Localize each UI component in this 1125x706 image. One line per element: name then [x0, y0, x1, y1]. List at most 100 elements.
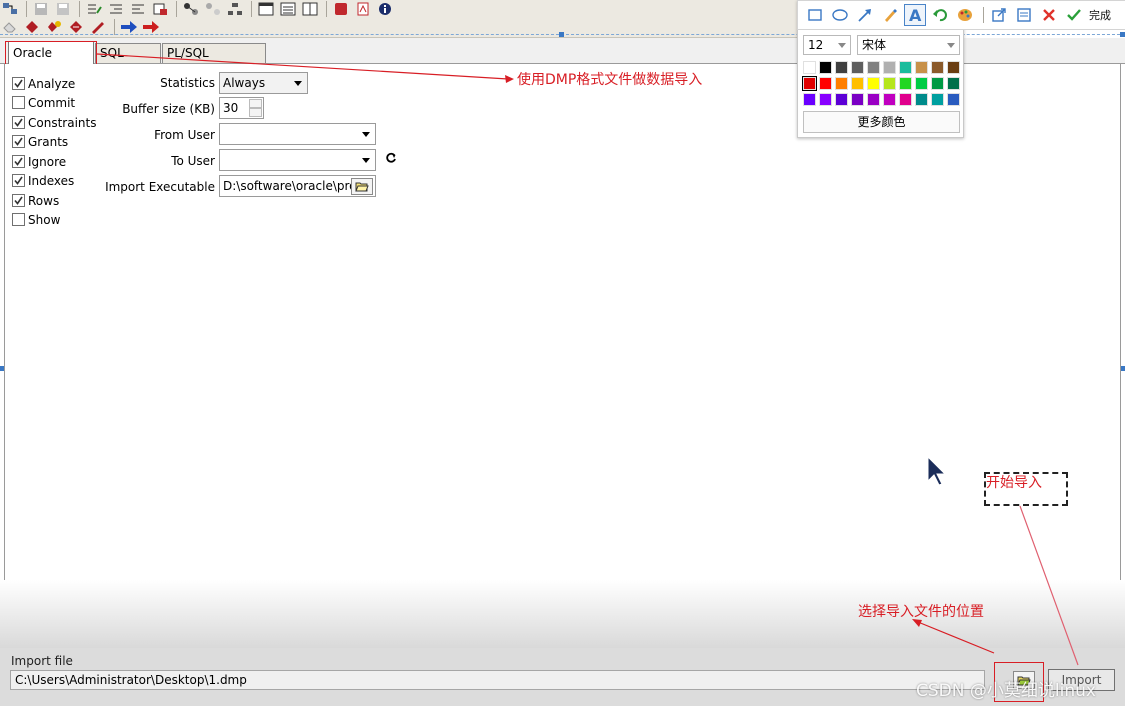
selection-handle[interactable] [559, 32, 564, 37]
color-swatch[interactable] [899, 77, 912, 90]
tree-icon[interactable] [225, 1, 245, 17]
selection-handle[interactable] [1120, 32, 1125, 37]
option-grants[interactable]: Grants [12, 134, 68, 149]
color-swatch[interactable] [867, 61, 880, 74]
from-user-label: From User [154, 128, 215, 142]
tab-plsql-developer[interactable]: PL/SQL Developer [162, 43, 266, 78]
table-arrange-icon[interactable] [0, 1, 20, 17]
tab-sql-inserts[interactable]: SQL Inserts [95, 43, 161, 78]
compile-icon[interactable] [22, 19, 42, 35]
color-swatch[interactable] [803, 61, 816, 74]
info-icon[interactable] [375, 1, 395, 17]
oracle-icon[interactable] [331, 1, 351, 17]
font-size-select[interactable]: 12 [803, 35, 851, 55]
color-swatch[interactable] [947, 93, 960, 106]
spin-down-icon[interactable] [249, 108, 262, 117]
color-swatch[interactable] [802, 76, 817, 91]
cancel-icon[interactable] [1038, 4, 1060, 26]
arrow-right-red-icon[interactable] [141, 19, 161, 35]
option-indexes[interactable]: Indexes [12, 173, 74, 188]
option-constraints[interactable]: Constraints [12, 115, 96, 130]
eraser-icon[interactable] [0, 19, 20, 35]
indent-icon[interactable] [106, 1, 126, 17]
spin-up-icon[interactable] [249, 99, 262, 108]
save-as-icon[interactable] [53, 1, 73, 17]
edit-list-icon[interactable] [84, 1, 104, 17]
open-folder-button[interactable] [351, 178, 373, 195]
share-icon[interactable] [988, 4, 1010, 26]
export-icon[interactable] [150, 1, 170, 17]
color-swatch[interactable] [851, 93, 864, 106]
option-commit[interactable]: Commit [12, 95, 75, 110]
buffer-size-input[interactable]: 30 [219, 97, 264, 119]
more-colors-button[interactable]: 更多颜色 [803, 111, 960, 133]
checkbox[interactable] [12, 213, 25, 226]
diagram-disabled-icon[interactable] [203, 1, 223, 17]
outdent-icon[interactable] [128, 1, 148, 17]
color-swatch[interactable] [835, 93, 848, 106]
checkbox[interactable] [12, 96, 25, 109]
color-swatch[interactable] [931, 93, 944, 106]
done-icon[interactable] [1063, 4, 1085, 26]
checkbox[interactable] [12, 174, 25, 187]
compile-all-icon[interactable] [44, 19, 64, 35]
color-swatch[interactable] [947, 77, 960, 90]
toolbar-separator [176, 1, 177, 17]
color-swatch[interactable] [867, 93, 880, 106]
brush-icon[interactable] [879, 4, 901, 26]
color-swatch[interactable] [819, 93, 832, 106]
window-icon[interactable] [256, 1, 276, 17]
from-user-select[interactable] [219, 123, 376, 145]
color-swatch[interactable] [883, 93, 896, 106]
checkbox[interactable] [12, 155, 25, 168]
arrow-icon[interactable] [854, 4, 876, 26]
color-swatch[interactable] [819, 61, 832, 74]
book-icon[interactable] [300, 1, 320, 17]
checkbox[interactable] [12, 135, 25, 148]
diagram-icon[interactable] [181, 1, 201, 17]
font-name-select[interactable]: 宋体 [857, 35, 960, 55]
refresh-icon[interactable] [385, 152, 397, 167]
color-swatch[interactable] [851, 77, 864, 90]
save-icon[interactable] [1013, 4, 1035, 26]
rectangle-icon[interactable] [804, 4, 826, 26]
report-icon[interactable] [278, 1, 298, 17]
color-swatch[interactable] [819, 77, 832, 90]
color-swatch[interactable] [931, 61, 944, 74]
palette-icon[interactable] [954, 4, 976, 26]
option-ignore[interactable]: Ignore [12, 154, 66, 169]
color-swatch[interactable] [867, 77, 880, 90]
color-swatch[interactable] [931, 77, 944, 90]
checkbox[interactable] [12, 194, 25, 207]
undo-icon[interactable] [929, 4, 951, 26]
import-file-input[interactable]: C:\Users\Administrator\Desktop\1.dmp [10, 670, 985, 690]
debug-icon[interactable] [66, 19, 86, 35]
save-grid-icon[interactable] [31, 1, 51, 17]
option-show[interactable]: Show [12, 212, 60, 227]
option-rows[interactable]: Rows [12, 193, 59, 208]
color-swatch[interactable] [899, 93, 912, 106]
done-label[interactable]: 完成 [1089, 7, 1111, 23]
color-swatch[interactable] [851, 61, 864, 74]
checkbox[interactable] [12, 116, 25, 129]
arrow-right-blue-icon[interactable] [119, 19, 139, 35]
color-swatch[interactable] [835, 61, 848, 74]
color-swatch[interactable] [915, 61, 928, 74]
statistics-select[interactable]: Always [219, 72, 308, 94]
color-swatch[interactable] [915, 77, 928, 90]
checkbox[interactable] [12, 77, 25, 90]
color-swatch[interactable] [947, 61, 960, 74]
color-swatch[interactable] [899, 61, 912, 74]
option-label: Indexes [28, 173, 75, 188]
color-swatch[interactable] [835, 77, 848, 90]
color-swatch[interactable] [915, 93, 928, 106]
color-swatch[interactable] [883, 77, 896, 90]
pdf-icon[interactable] [353, 1, 373, 17]
ellipse-icon[interactable] [829, 4, 851, 26]
color-swatch[interactable] [883, 61, 896, 74]
run-icon[interactable] [88, 19, 108, 35]
to-user-select[interactable] [219, 149, 376, 171]
text-icon[interactable]: A [904, 4, 926, 26]
color-swatch[interactable] [803, 93, 816, 106]
option-analyze[interactable]: Analyze [12, 76, 75, 91]
